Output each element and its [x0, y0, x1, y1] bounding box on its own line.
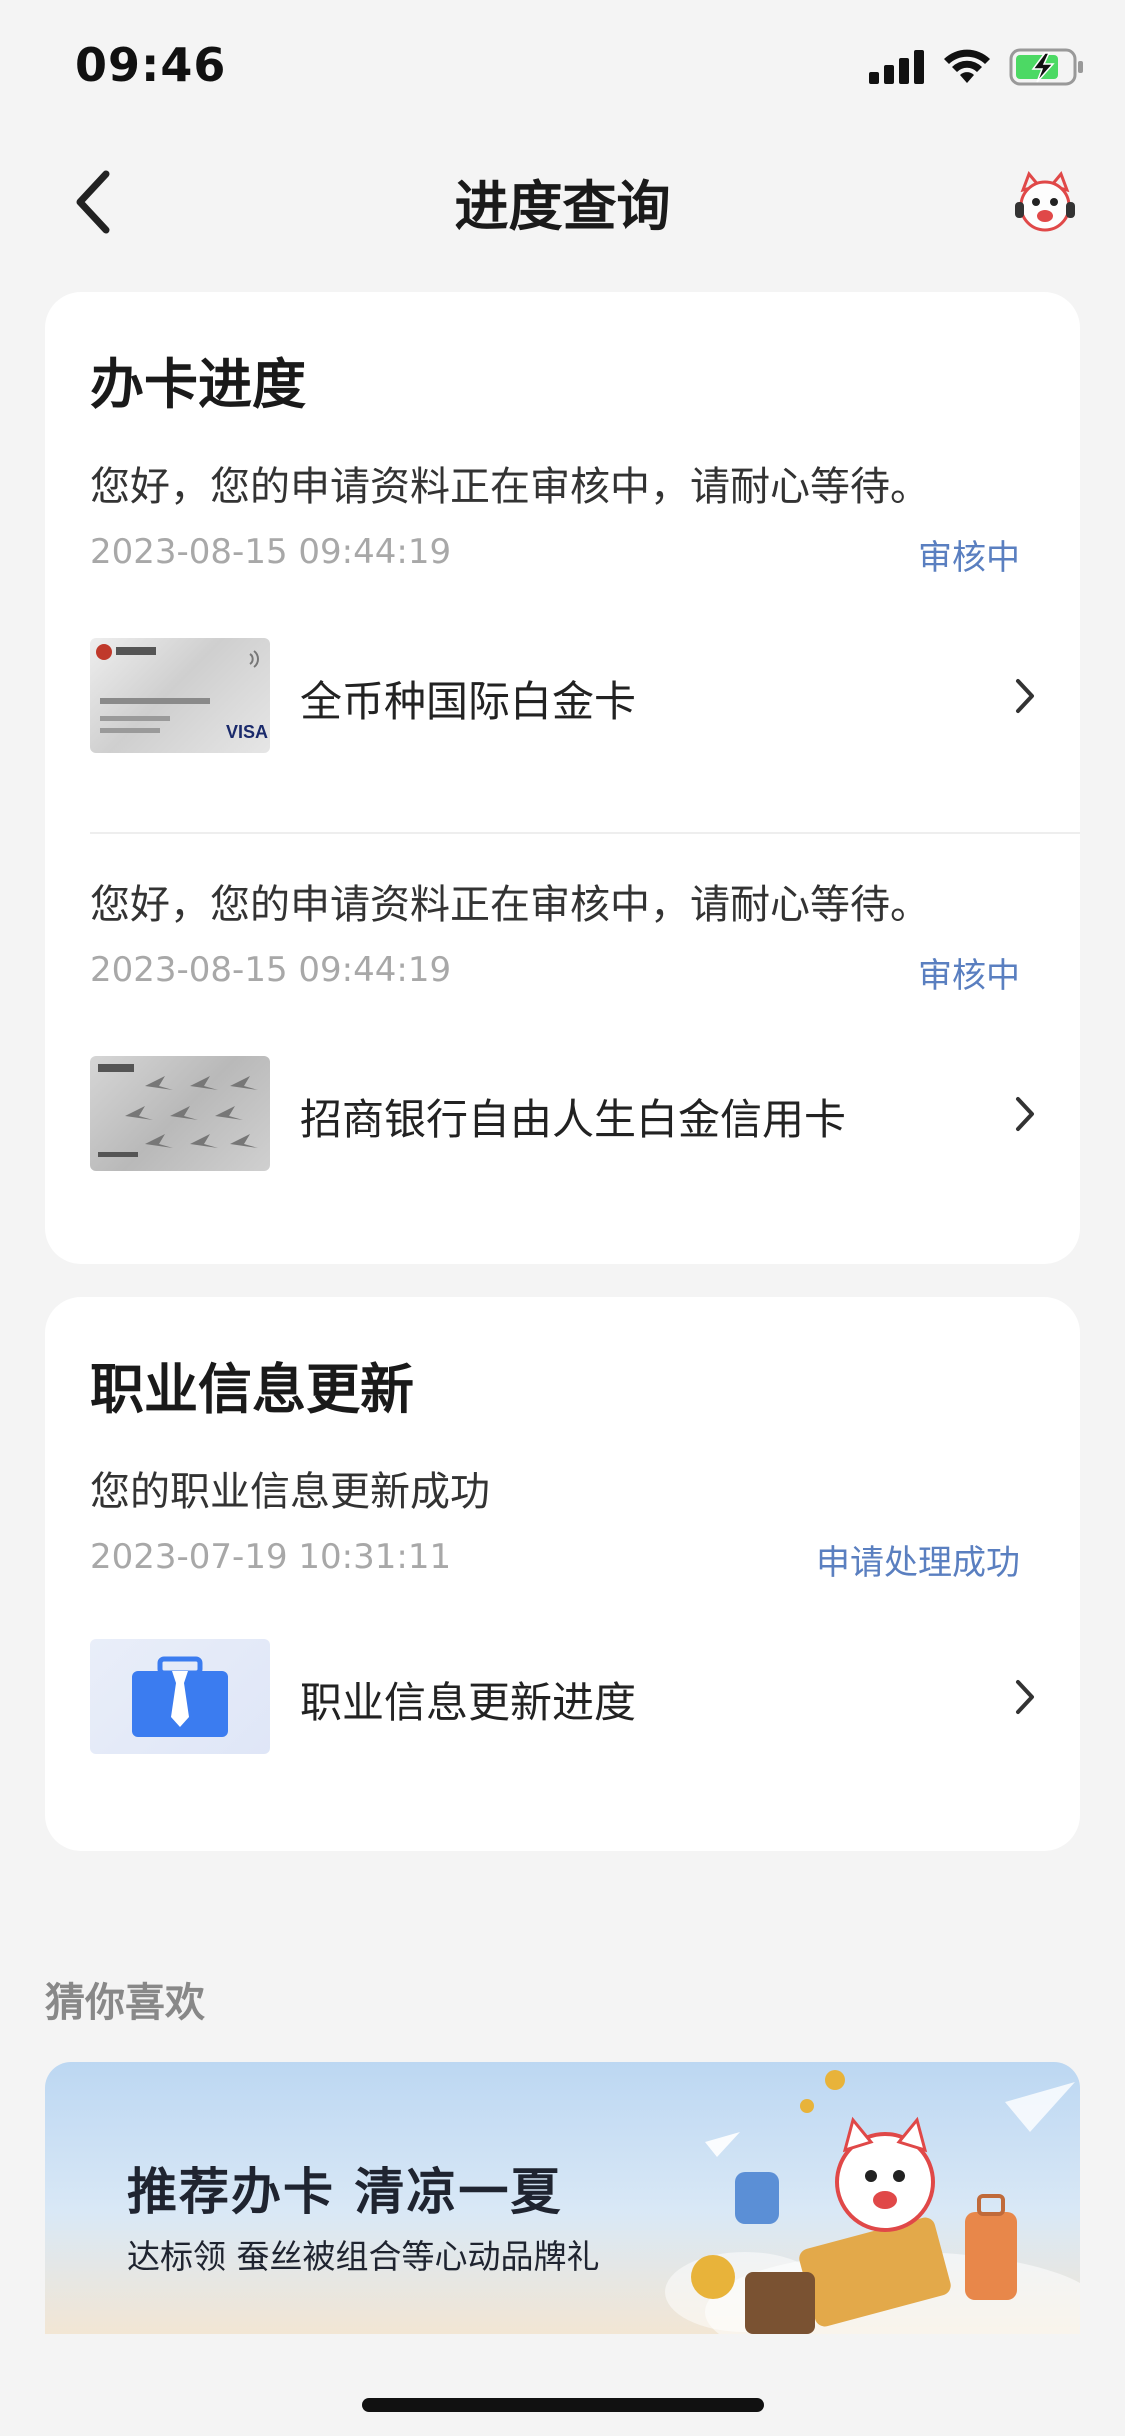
occupation-time: 2023-07-19 10:31:11 — [90, 1537, 452, 1577]
occupation-progress-label: 职业信息更新进度 — [300, 1678, 637, 1727]
section-title-recommend: 猜你喜欢 — [45, 1980, 205, 2026]
occupation-status: 申请处理成功 — [816, 1543, 1020, 1583]
wifi-icon — [944, 49, 990, 83]
application-time: 2023-08-15 09:44:19 — [90, 532, 452, 572]
recommend-banner[interactable]: 推荐办卡 清凉一夏 达标领 蚕丝被组合等心动品牌礼 — [45, 2062, 1080, 2334]
status-icons — [869, 48, 1085, 86]
battery-charging-icon — [1009, 48, 1083, 86]
application-message: 您好，您的申请资料正在审核中，请耐心等待。 — [90, 464, 930, 510]
card-occupation-title: 职业信息更新 — [90, 1358, 414, 1421]
card-application-progress: 办卡进度 您好，您的申请资料正在审核中，请耐心等待。 2023-08-15 09… — [45, 292, 1080, 1264]
card-name-platinum: 全币种国际白金卡 — [300, 677, 637, 726]
nav-bar: 进度查询 — [0, 140, 1125, 260]
card-name-free-life: 招商银行自由人生白金信用卡 — [300, 1095, 847, 1144]
occupation-thumb — [90, 1639, 270, 1754]
card-item-free-life[interactable]: 招商银行自由人生白金信用卡 — [90, 1056, 1040, 1171]
banner-subtitle: 达标领 蚕丝被组合等心动品牌礼 — [127, 2237, 600, 2276]
card-image-platinum: VISA — [90, 638, 270, 753]
page-title: 进度查询 — [454, 175, 671, 238]
status-bar: 09:46 — [0, 0, 1125, 130]
customer-service-avatar-icon[interactable] — [1009, 168, 1081, 240]
application-status: 审核中 — [918, 538, 1020, 578]
chevron-right-icon — [1016, 1097, 1034, 1131]
occupation-message: 您的职业信息更新成功 — [90, 1469, 490, 1515]
divider — [90, 832, 1080, 834]
home-indicator — [362, 2398, 764, 2412]
briefcase-icon — [132, 1656, 228, 1737]
signal-icon — [869, 50, 924, 84]
chevron-right-icon — [1016, 1680, 1034, 1714]
card-application-title: 办卡进度 — [90, 353, 306, 416]
status-time: 09:46 — [75, 38, 227, 92]
card-occupation-update: 职业信息更新 您的职业信息更新成功 2023-07-19 10:31:11 申请… — [45, 1297, 1080, 1851]
application-status: 审核中 — [918, 956, 1020, 996]
application-time: 2023-08-15 09:44:19 — [90, 950, 452, 990]
svg-text:VISA: VISA — [226, 722, 268, 742]
banner-title: 推荐办卡 清凉一夏 — [127, 2162, 563, 2221]
application-message: 您好，您的申请资料正在审核中，请耐心等待。 — [90, 882, 930, 928]
card-image-free-life — [90, 1056, 270, 1171]
occupation-progress-item[interactable]: 职业信息更新进度 — [90, 1639, 1040, 1754]
chevron-right-icon — [1016, 679, 1034, 713]
card-item-platinum[interactable]: VISA 全币种国际白金卡 — [90, 638, 1040, 753]
